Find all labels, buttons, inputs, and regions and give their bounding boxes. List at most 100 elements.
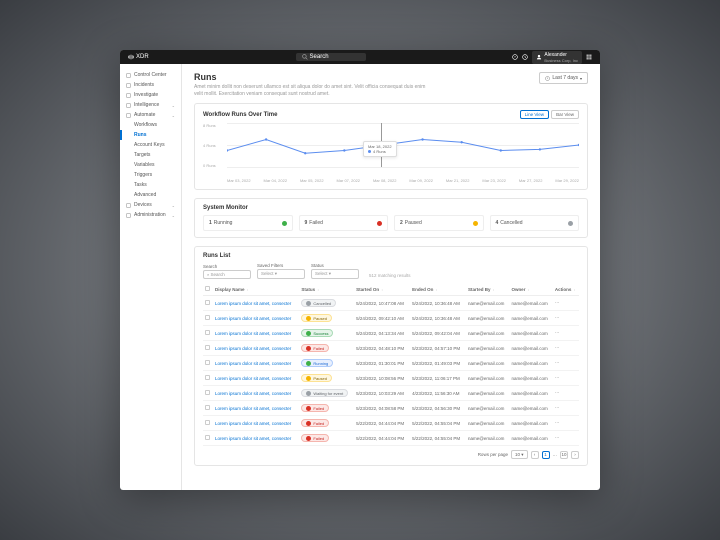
page-next[interactable]: › bbox=[571, 451, 579, 459]
sidebar-item-investigate[interactable]: Investigate bbox=[120, 90, 181, 100]
date-range-picker[interactable]: Last 7 days ▾ bbox=[539, 72, 588, 84]
sidebar-item-automate[interactable]: Automate⌄ bbox=[120, 110, 181, 120]
sidebar-item-account-keys[interactable]: Account Keys bbox=[120, 140, 181, 150]
status-select[interactable]: Select ▾ bbox=[311, 269, 359, 279]
column-ended-on[interactable]: Ended On ↕ bbox=[410, 283, 466, 296]
row-checkbox[interactable] bbox=[205, 315, 210, 320]
sidebar-item-label: Advanced bbox=[134, 192, 156, 198]
sidebar-item-variables[interactable]: Variables bbox=[120, 160, 181, 170]
search-input[interactable]: ⌕ Search bbox=[203, 270, 251, 279]
apps-icon[interactable] bbox=[586, 54, 592, 60]
table-row: Lorem ipsum dolor sit amet, consecterPau… bbox=[203, 311, 579, 326]
x-tick: Mar 27, 2022 bbox=[519, 178, 543, 183]
sidebar-item-intelligence[interactable]: Intelligence⌄ bbox=[120, 100, 181, 110]
monitor-cell-running[interactable]: 1Running bbox=[203, 215, 293, 231]
run-name-link[interactable]: Lorem ipsum dolor sit amet, consecter bbox=[213, 326, 299, 341]
row-checkbox[interactable] bbox=[205, 330, 210, 335]
sidebar-item-runs[interactable]: Runs bbox=[120, 130, 181, 140]
row-actions[interactable]: ⋯ bbox=[553, 356, 579, 371]
sidebar-item-label: Devices bbox=[134, 202, 152, 208]
row-checkbox[interactable] bbox=[205, 375, 210, 380]
y-tick: 0 Runs bbox=[203, 163, 216, 168]
sidebar-item-control-center[interactable]: Control Center bbox=[120, 70, 181, 80]
row-actions[interactable]: ⋯ bbox=[553, 416, 579, 431]
status-badge: Cancelled bbox=[301, 299, 336, 307]
page-prev[interactable]: ‹ bbox=[531, 451, 539, 459]
status-badge: Paused bbox=[301, 374, 332, 382]
column-status[interactable]: Status ↕ bbox=[299, 283, 354, 296]
page-last[interactable]: 10 bbox=[560, 451, 568, 459]
run-name-link[interactable]: Lorem ipsum dolor sit amet, consecter bbox=[213, 431, 299, 446]
row-actions[interactable]: ⋯ bbox=[553, 311, 579, 326]
gear-icon bbox=[126, 213, 131, 218]
status-dot bbox=[282, 221, 287, 226]
run-name-link[interactable]: Lorem ipsum dolor sit amet, consecter bbox=[213, 296, 299, 311]
column-display-name[interactable]: Display Name ↕ bbox=[213, 283, 299, 296]
row-actions[interactable]: ⋯ bbox=[553, 326, 579, 341]
clock-icon[interactable] bbox=[522, 54, 528, 60]
sidebar-item-targets[interactable]: Targets bbox=[120, 150, 181, 160]
started-by: name@email.com bbox=[466, 326, 509, 341]
chart-tooltip: Mar 18, 2022 4 Runs bbox=[363, 141, 397, 157]
row-actions[interactable]: ⋯ bbox=[553, 386, 579, 401]
row-checkbox[interactable] bbox=[205, 360, 210, 365]
row-checkbox[interactable] bbox=[205, 420, 210, 425]
sidebar-item-administration[interactable]: Administration⌄ bbox=[120, 210, 181, 220]
row-checkbox[interactable] bbox=[205, 300, 210, 305]
status-dot bbox=[473, 221, 478, 226]
column-started-on[interactable]: Started On ↕ bbox=[354, 283, 410, 296]
column-owner[interactable]: Owner ↕ bbox=[509, 283, 552, 296]
page-1[interactable]: 1 bbox=[542, 451, 550, 459]
x-axis-labels: Mar 03, 2022Mar 04, 2022Mar 05, 2022Mar … bbox=[227, 178, 579, 183]
grid-icon bbox=[126, 73, 131, 78]
run-name-link[interactable]: Lorem ipsum dolor sit amet, consecter bbox=[213, 401, 299, 416]
sidebar-item-incidents[interactable]: Incidents bbox=[120, 80, 181, 90]
monitor-cell-failed[interactable]: 9Failed bbox=[299, 215, 389, 231]
chevron-down-icon: ▾ bbox=[580, 76, 582, 81]
row-checkbox[interactable] bbox=[205, 390, 210, 395]
user-menu[interactable]: Alexander Business Corp, Inc bbox=[532, 51, 582, 64]
x-tick: Mar 08, 2022 bbox=[373, 178, 397, 183]
sidebar-item-label: Incidents bbox=[134, 82, 154, 88]
monitor-cell-cancelled[interactable]: 4Cancelled bbox=[490, 215, 580, 231]
row-checkbox[interactable] bbox=[205, 405, 210, 410]
line-view-toggle[interactable]: Line View bbox=[520, 110, 549, 119]
run-name-link[interactable]: Lorem ipsum dolor sit amet, consecter bbox=[213, 386, 299, 401]
run-name-link[interactable]: Lorem ipsum dolor sit amet, consecter bbox=[213, 356, 299, 371]
select-all-checkbox[interactable] bbox=[205, 286, 210, 291]
help-icon[interactable]: ? bbox=[512, 54, 518, 60]
sidebar-item-devices[interactable]: Devices⌄ bbox=[120, 200, 181, 210]
sidebar-item-triggers[interactable]: Triggers bbox=[120, 170, 181, 180]
page-title: Runs bbox=[194, 72, 434, 82]
product-name: XDR bbox=[136, 54, 149, 60]
bar-view-toggle[interactable]: Bar View bbox=[551, 110, 579, 119]
run-name-link[interactable]: Lorem ipsum dolor sit amet, consecter bbox=[213, 311, 299, 326]
page-ellipsis: … bbox=[553, 452, 558, 457]
row-actions[interactable]: ⋯ bbox=[553, 341, 579, 356]
row-checkbox[interactable] bbox=[205, 435, 210, 440]
run-name-link[interactable]: Lorem ipsum dolor sit amet, consecter bbox=[213, 371, 299, 386]
row-actions[interactable]: ⋯ bbox=[553, 371, 579, 386]
sidebar-item-advanced[interactable]: Advanced bbox=[120, 190, 181, 200]
saved-filters-select[interactable]: Select ▾ bbox=[257, 269, 305, 279]
row-actions[interactable]: ⋯ bbox=[553, 431, 579, 446]
monitor-cell-paused[interactable]: 2Paused bbox=[394, 215, 484, 231]
run-name-link[interactable]: Lorem ipsum dolor sit amet, consecter bbox=[213, 341, 299, 356]
sidebar-item-tasks[interactable]: Tasks bbox=[120, 180, 181, 190]
rows-per-page-select[interactable]: 10 ▾ bbox=[511, 450, 528, 459]
x-tick: Mar 04, 2022 bbox=[263, 178, 287, 183]
row-checkbox[interactable] bbox=[205, 345, 210, 350]
runs-chart[interactable]: 8 Runs 4 Runs 0 Runs Mar 18, 2022 4 Runs bbox=[203, 123, 579, 183]
brand-logo: XDR bbox=[128, 54, 149, 60]
status-dot bbox=[568, 221, 573, 226]
started-by: name@email.com bbox=[466, 356, 509, 371]
row-actions[interactable]: ⋯ bbox=[553, 296, 579, 311]
global-search[interactable]: Search bbox=[296, 53, 366, 61]
column-actions[interactable]: Actions ↕ bbox=[553, 283, 579, 296]
column-started-by[interactable]: Started By ↕ bbox=[466, 283, 509, 296]
search-icon bbox=[302, 54, 308, 60]
row-actions[interactable]: ⋯ bbox=[553, 401, 579, 416]
device-icon bbox=[126, 203, 131, 208]
run-name-link[interactable]: Lorem ipsum dolor sit amet, consecter bbox=[213, 416, 299, 431]
sidebar-item-workflows[interactable]: Workflows bbox=[120, 120, 181, 130]
